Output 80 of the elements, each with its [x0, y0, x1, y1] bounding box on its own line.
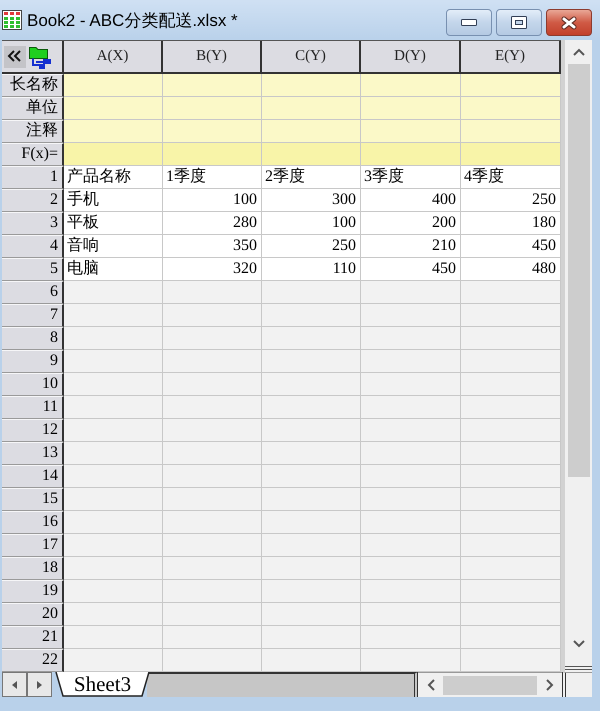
row-header: 8	[2, 327, 64, 350]
row-header: 12	[2, 419, 64, 442]
table-cell: 400	[361, 189, 461, 212]
table-cell: 450	[461, 235, 561, 258]
table-cell: 450	[361, 258, 461, 281]
row-header: 18	[2, 557, 64, 580]
table-cell: 350	[163, 235, 262, 258]
table-cell: 180	[461, 212, 561, 235]
row-header: 15	[2, 488, 64, 511]
column-header: B(Y)	[163, 41, 262, 74]
sheet-tab[interactable]: Sheet3	[55, 672, 150, 697]
row-header: 注释	[2, 120, 64, 143]
row-header: 14	[2, 465, 64, 488]
table-cell: 300	[262, 189, 361, 212]
column-header: E(Y)	[461, 41, 561, 74]
row-header: 17	[2, 534, 64, 557]
row-header: 21	[2, 626, 64, 649]
chevron-left-icon	[426, 679, 434, 691]
window-title: Book2 - ABC分类配送.xlsx *	[27, 10, 239, 32]
triangle-left-icon	[12, 680, 17, 688]
table-cell: 电脑	[64, 258, 163, 281]
chevron-down-icon	[572, 640, 584, 648]
row-header: 11	[2, 396, 64, 419]
table-cell: 110	[262, 258, 361, 281]
close-icon	[561, 16, 577, 30]
scroll-thumb[interactable]	[568, 64, 590, 477]
table-cell: 200	[361, 212, 461, 235]
double-chevron-left-icon[interactable]	[4, 46, 26, 68]
row-header: 4	[2, 235, 64, 258]
table-cell: 280	[163, 212, 262, 235]
table-cell: 250	[262, 235, 361, 258]
table-cell: 320	[163, 258, 262, 281]
row-header: 5	[2, 258, 64, 281]
minimize-icon	[461, 19, 477, 26]
row-header: 16	[2, 511, 64, 534]
table-cell: 4季度	[461, 166, 561, 189]
row-header: 6	[2, 281, 64, 304]
table-cell: 手机	[64, 189, 163, 212]
table-cell: 100	[163, 189, 262, 212]
row-header: 1	[2, 166, 64, 189]
spreadsheet-icon	[2, 10, 22, 30]
size-box	[562, 672, 592, 697]
row-header: 长名称	[2, 74, 64, 97]
row-header: 10	[2, 373, 64, 396]
table-cell: 平板	[64, 212, 163, 235]
table-cell: 210	[361, 235, 461, 258]
folder-icon[interactable]	[28, 44, 52, 68]
column-header: C(Y)	[262, 41, 361, 74]
column-header: D(Y)	[361, 41, 461, 74]
row-header: 7	[2, 304, 64, 327]
next-sheet-button[interactable]	[27, 672, 52, 697]
row-header: 2	[2, 189, 64, 212]
table-cell: 250	[461, 189, 561, 212]
row-header: 9	[2, 350, 64, 373]
close-button[interactable]	[546, 9, 592, 36]
row-header: 13	[2, 442, 64, 465]
row-header: 3	[2, 212, 64, 235]
table-cell: 100	[262, 212, 361, 235]
vertical-scrollbar[interactable]	[561, 40, 592, 672]
table-cell: 1季度	[163, 166, 262, 189]
row-header: 19	[2, 580, 64, 603]
table-cell: 3季度	[361, 166, 461, 189]
chevron-right-icon	[546, 679, 554, 691]
minimize-button[interactable]	[446, 9, 492, 36]
row-header: 20	[2, 603, 64, 626]
chevron-up-icon	[572, 48, 584, 56]
table-cell: 2季度	[262, 166, 361, 189]
scroll-thumb[interactable]	[443, 676, 537, 694]
table-cell: 480	[461, 258, 561, 281]
previous-sheet-button[interactable]	[2, 672, 27, 697]
table-cell: 产品名称	[64, 166, 163, 189]
triangle-right-icon	[37, 680, 42, 688]
row-header: 单位	[2, 97, 64, 120]
row-header: F(x)=	[2, 143, 64, 166]
maximize-icon	[511, 16, 527, 29]
maximize-button[interactable]	[496, 9, 542, 36]
table-cell: 音响	[64, 235, 163, 258]
column-header: A(X)	[64, 41, 163, 74]
horizontal-scrollbar[interactable]	[418, 672, 562, 697]
row-header: 22	[2, 649, 64, 672]
